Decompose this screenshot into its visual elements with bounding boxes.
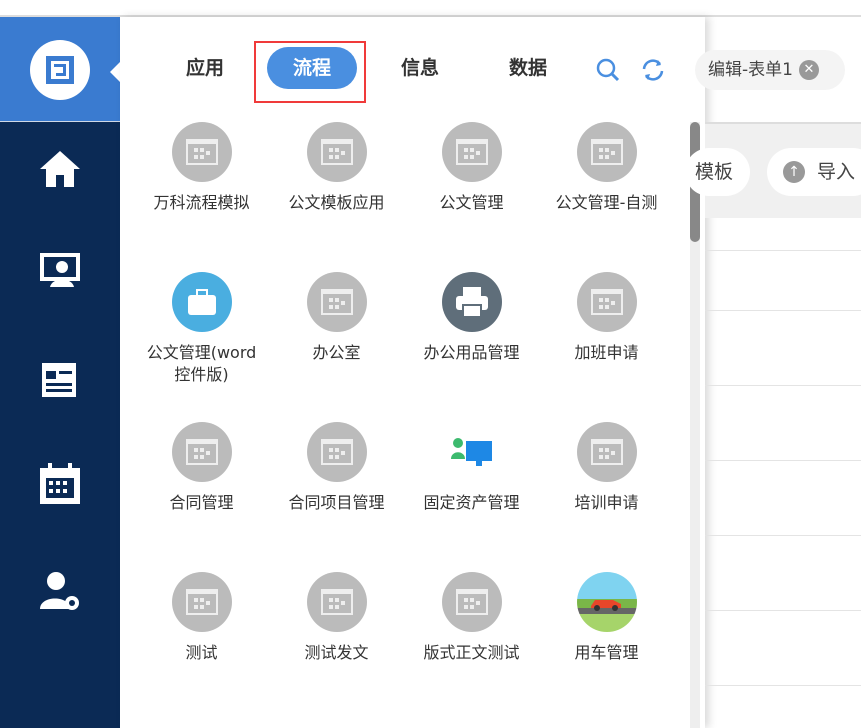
row-divider — [705, 535, 861, 536]
home-icon[interactable] — [38, 147, 82, 191]
tab-info[interactable]: 信息 — [385, 47, 455, 89]
news-icon[interactable] — [38, 357, 82, 401]
flow-app-icon — [171, 572, 232, 632]
flow-app-icon — [306, 122, 367, 182]
flow-app-icon — [306, 422, 367, 482]
caret-indicator — [110, 62, 120, 82]
user-settings-icon[interactable] — [38, 569, 82, 613]
flow-app-icon — [441, 122, 502, 182]
app-label: 办公室 — [312, 343, 361, 362]
flow-app-icon — [306, 272, 367, 332]
logo-block[interactable] — [0, 17, 120, 122]
app-launcher-panel: 应用 流程 信息 数据 万科流程模拟 公文模板应用 公文管理 公文管理-自测 公文管理(… — [120, 17, 705, 728]
app-item[interactable]: 万科流程模拟 — [134, 122, 269, 214]
app-label: 版式正文测试 — [423, 643, 520, 662]
scrollbar[interactable] — [690, 122, 700, 728]
app-item[interactable]: 加班申请 — [539, 272, 674, 364]
app-label: 测试发文 — [304, 643, 369, 662]
toolbar: 模板 ↑ 导入 — [685, 122, 861, 218]
briefcase-icon — [171, 272, 232, 332]
app-item[interactable]: 测试发文 — [269, 572, 404, 664]
flow-app-icon — [306, 572, 367, 632]
app-item[interactable]: 用车管理 — [539, 572, 674, 664]
row-divider — [705, 385, 861, 386]
app-item[interactable]: 公文管理 — [404, 122, 539, 214]
app-label: 加班申请 — [574, 343, 639, 362]
app-item[interactable]: 合同管理 — [134, 422, 269, 514]
printer-icon — [441, 272, 502, 332]
flow-app-icon — [171, 422, 232, 482]
refresh-icon[interactable] — [640, 57, 666, 83]
row-divider — [705, 610, 861, 611]
flow-app-icon — [576, 272, 637, 332]
app-label: 公文模板应用 — [288, 193, 385, 212]
app-item[interactable]: 公文模板应用 — [269, 122, 404, 214]
monitor-user-icon[interactable] — [38, 249, 82, 293]
app-label: 培训申请 — [574, 493, 639, 512]
calendar-icon[interactable] — [38, 462, 82, 506]
tab-label: 编辑-表单1 — [708, 60, 793, 80]
app-item[interactable]: 办公室 — [269, 272, 404, 364]
app-item[interactable]: 版式正文测试 — [404, 572, 539, 664]
tab-data[interactable]: 数据 — [493, 47, 563, 89]
row-divider — [705, 310, 861, 311]
app-item[interactable]: 公文管理(word控件版) — [134, 272, 269, 386]
highlight-box — [254, 41, 366, 103]
app-item[interactable]: 测试 — [134, 572, 269, 664]
car-icon — [576, 572, 637, 632]
app-item[interactable]: 公文管理-自测 — [539, 122, 674, 214]
flow-app-icon — [171, 122, 232, 182]
flow-app-icon — [576, 422, 637, 482]
app-label: 万科流程模拟 — [153, 193, 250, 212]
app-item[interactable]: 办公用品管理 — [404, 272, 539, 364]
flow-app-icon — [441, 572, 502, 632]
tab-apps[interactable]: 应用 — [170, 47, 240, 89]
app-label: 办公用品管理 — [423, 343, 520, 362]
row-divider — [705, 250, 861, 251]
app-label: 用车管理 — [574, 643, 639, 662]
app-label: 合同管理 — [169, 493, 234, 512]
app-label: 公文管理 — [439, 193, 504, 212]
close-icon[interactable]: ✕ — [798, 60, 819, 80]
app-item[interactable]: 固定资产管理 — [404, 422, 539, 514]
upload-icon: ↑ — [783, 161, 805, 183]
import-label: 导入 — [817, 161, 856, 183]
background-page: 编辑-表单1 ✕ 模板 ↑ 导入 — [685, 17, 861, 728]
open-tab[interactable]: 编辑-表单1 ✕ — [695, 50, 845, 90]
app-label: 合同项目管理 — [288, 493, 385, 512]
import-button[interactable]: ↑ 导入 — [767, 148, 861, 196]
asset-icon — [442, 422, 502, 482]
sidebar — [0, 17, 120, 728]
row-divider — [705, 460, 861, 461]
flow-app-icon — [576, 122, 637, 182]
app-label: 公文管理(word控件版) — [146, 343, 257, 384]
app-item[interactable]: 合同项目管理 — [269, 422, 404, 514]
app-label: 公文管理-自测 — [555, 193, 658, 212]
app-label: 测试 — [185, 643, 218, 662]
app-label: 固定资产管理 — [423, 493, 520, 512]
search-icon[interactable] — [595, 57, 621, 83]
app-item[interactable]: 培训申请 — [539, 422, 674, 514]
row-divider — [705, 685, 861, 686]
template-button[interactable]: 模板 — [685, 148, 750, 196]
logo-icon — [30, 40, 90, 100]
